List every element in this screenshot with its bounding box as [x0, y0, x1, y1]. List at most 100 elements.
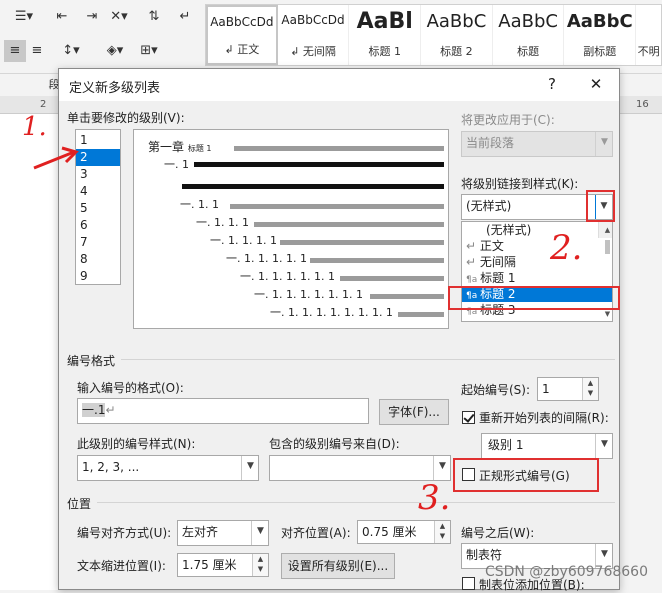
annotation-two: 2.	[550, 228, 583, 268]
number-style-label: 此级别的编号样式(N):	[77, 437, 196, 451]
style-title[interactable]: AaBbC 标题	[493, 5, 565, 65]
borders-button[interactable]: ⊞▾	[134, 40, 164, 62]
paragraph-mark-icon: ↵	[466, 239, 480, 253]
style-heading-1[interactable]: AaBl 标题 1	[349, 5, 422, 65]
style-subtitle[interactable]: AaBbC 副标题	[564, 5, 637, 65]
preview-bar-selected	[194, 162, 444, 167]
legal-numbering-highlight	[453, 458, 599, 492]
chevron-down-icon[interactable]: ▼	[251, 521, 268, 545]
preview-bar	[230, 204, 444, 209]
level-label: 单击要修改的级别(V):	[67, 111, 185, 125]
divider	[95, 502, 615, 503]
preview-bar	[254, 222, 444, 227]
restart-checkbox[interactable]	[462, 411, 475, 424]
chevron-down-icon[interactable]: ▼	[595, 434, 612, 458]
preview-row-1: 第一章 标题 1	[148, 140, 212, 154]
indent-spinner[interactable]: 1.75 厘米 ▲ ▼	[177, 553, 269, 577]
styles-gallery[interactable]: AaBbCcDd ↲ 正文 AaBbCcDd ↲ 无间隔 AaBl 标题 1 AaBb…	[205, 4, 662, 66]
tab-stop-checkbox[interactable]	[462, 577, 475, 590]
increase-indent-button[interactable]: ⇥	[78, 6, 106, 28]
preview-bar	[398, 312, 444, 317]
annotation-one: 1.	[22, 112, 47, 142]
style-label: ↲ 正文	[224, 43, 260, 56]
number-format-group: 编号格式	[67, 352, 122, 369]
dropdown-scrollbar[interactable]: ▲ ▼	[598, 222, 612, 318]
level-item[interactable]: 1	[76, 132, 120, 149]
follow-number-label: 编号之后(W):	[461, 526, 535, 540]
preview-row-7: 一. 1. 1. 1. 1. 1. 1	[240, 270, 335, 283]
document-page	[0, 114, 60, 590]
preview-row-8: 一. 1. 1. 1. 1. 1. 1. 1	[254, 288, 363, 301]
style-heading-2[interactable]: AaBbC 标题 2	[421, 5, 493, 65]
font-button[interactable]: 字体(F)...	[379, 399, 449, 425]
align-left-button[interactable]: ≡	[4, 40, 26, 62]
level-item[interactable]: 7	[76, 234, 120, 251]
start-at-label: 起始编号(S):	[461, 383, 531, 397]
close-button[interactable]: ✕	[583, 73, 609, 95]
paragraph-mark-icon: ↵	[466, 255, 480, 269]
level-item[interactable]: 8	[76, 251, 120, 268]
start-at-spinner[interactable]: 1 ▲ ▼	[537, 377, 599, 401]
level-item[interactable]: 6	[76, 217, 120, 234]
set-all-levels-button[interactable]: 设置所有级别(E)...	[281, 553, 395, 579]
help-button[interactable]: ?	[539, 73, 565, 95]
shading-button[interactable]: ◈▾	[100, 40, 130, 62]
level-item[interactable]: 9	[76, 268, 120, 285]
style-option[interactable]: ↵ 无间隔	[462, 254, 612, 270]
annotation-three: 3.	[418, 478, 451, 518]
style-normal[interactable]: AaBbCcDd ↲ 正文	[206, 5, 278, 65]
number-style-select[interactable]: 1, 2, 3, ... ▼	[77, 455, 259, 481]
justify-button[interactable]: ≡	[26, 40, 48, 62]
preview-row-2: 一. 1	[164, 158, 189, 171]
link-style-label: 将级别链接到样式(K):	[461, 177, 579, 191]
apply-to-label: 将更改应用于(C):	[461, 113, 555, 127]
level-item[interactable]: 5	[76, 200, 120, 217]
level-list[interactable]: 1 2 3 4 5 6 7 8 9	[75, 129, 121, 285]
ruler-mark-left: 2	[40, 99, 47, 110]
heading-style-icon: ¶a	[466, 275, 481, 285]
preview-bar	[234, 146, 444, 151]
line-spacing-button[interactable]: ↕▾	[56, 40, 86, 62]
ruler-mark-right: 16	[636, 99, 649, 110]
preview-row-5: 一. 1. 1. 1. 1	[210, 234, 277, 247]
style-option[interactable]: (无样式)	[462, 222, 612, 238]
preview-row-4: 一. 1. 1. 1	[196, 216, 249, 229]
style-option[interactable]: ¶a 标题 1	[462, 270, 612, 286]
bullets-button[interactable]: ☰▾	[4, 6, 44, 28]
style-option[interactable]: ↵ 正文	[462, 238, 612, 254]
preview-row-3: 一. 1. 1	[180, 198, 219, 211]
restart-label[interactable]: 重新开始列表的间隔(R):	[479, 409, 609, 426]
style-no-spacing[interactable]: AaBbCcDd ↲ 无间隔	[278, 5, 350, 65]
spinner-arrows-icon[interactable]: ▲ ▼	[434, 521, 450, 543]
alignment-select[interactable]: 左对齐 ▼	[177, 520, 269, 546]
show-marks-button[interactable]: ↵	[174, 6, 196, 28]
level-preview: 第一章 标题 1 一. 1 一. 1. 1 一. 1. 1. 1 一. 1. 1…	[133, 129, 449, 329]
preview-row-6: 一. 1. 1. 1. 1. 1	[226, 252, 307, 265]
dialog-titlebar: 定义新多级列表 ? ✕	[59, 69, 619, 101]
spinner-arrows-icon[interactable]: ▲ ▼	[252, 554, 268, 576]
preview-row-9: 一. 1. 1. 1. 1. 1. 1. 1. 1	[270, 306, 393, 319]
preview-bar	[310, 258, 444, 263]
format-input-field[interactable]: 一.1↵	[77, 398, 369, 424]
level-item[interactable]: 3	[76, 166, 120, 183]
level-item[interactable]: 4	[76, 183, 120, 200]
sort-button[interactable]: ⇅	[142, 6, 166, 28]
level-item-selected[interactable]: 2	[76, 149, 120, 166]
apply-to-select: 当前段落 ▼	[461, 131, 613, 157]
indent-label: 文本缩进位置(I):	[77, 559, 166, 573]
decrease-indent-button[interactable]: ⇤	[48, 6, 76, 28]
chevron-down-icon[interactable]: ▼	[241, 456, 258, 480]
define-multilevel-list-dialog: 定义新多级列表 ? ✕ 单击要修改的级别(V): 1 2 3 4 5 6 7 8…	[58, 68, 620, 592]
align-at-spinner[interactable]: 0.75 厘米 ▲ ▼	[357, 520, 451, 544]
spinner-arrows-icon[interactable]: ▲ ▼	[582, 378, 598, 400]
chinese-layout-button[interactable]: ✕▾	[104, 6, 134, 28]
preview-bar	[280, 240, 444, 245]
alignment-label: 编号对齐方式(U):	[77, 526, 172, 540]
link-style-dropdown-highlight	[586, 190, 615, 222]
divider	[119, 359, 615, 360]
paragraph-mark-icon: ↵	[105, 403, 116, 417]
restart-level-select[interactable]: 级别 1 ▼	[481, 433, 613, 459]
watermark: CSDN @zby609768660	[484, 564, 648, 580]
style-more[interactable]: 不明	[636, 5, 661, 65]
include-level-label: 包含的级别编号来自(D):	[269, 437, 400, 451]
